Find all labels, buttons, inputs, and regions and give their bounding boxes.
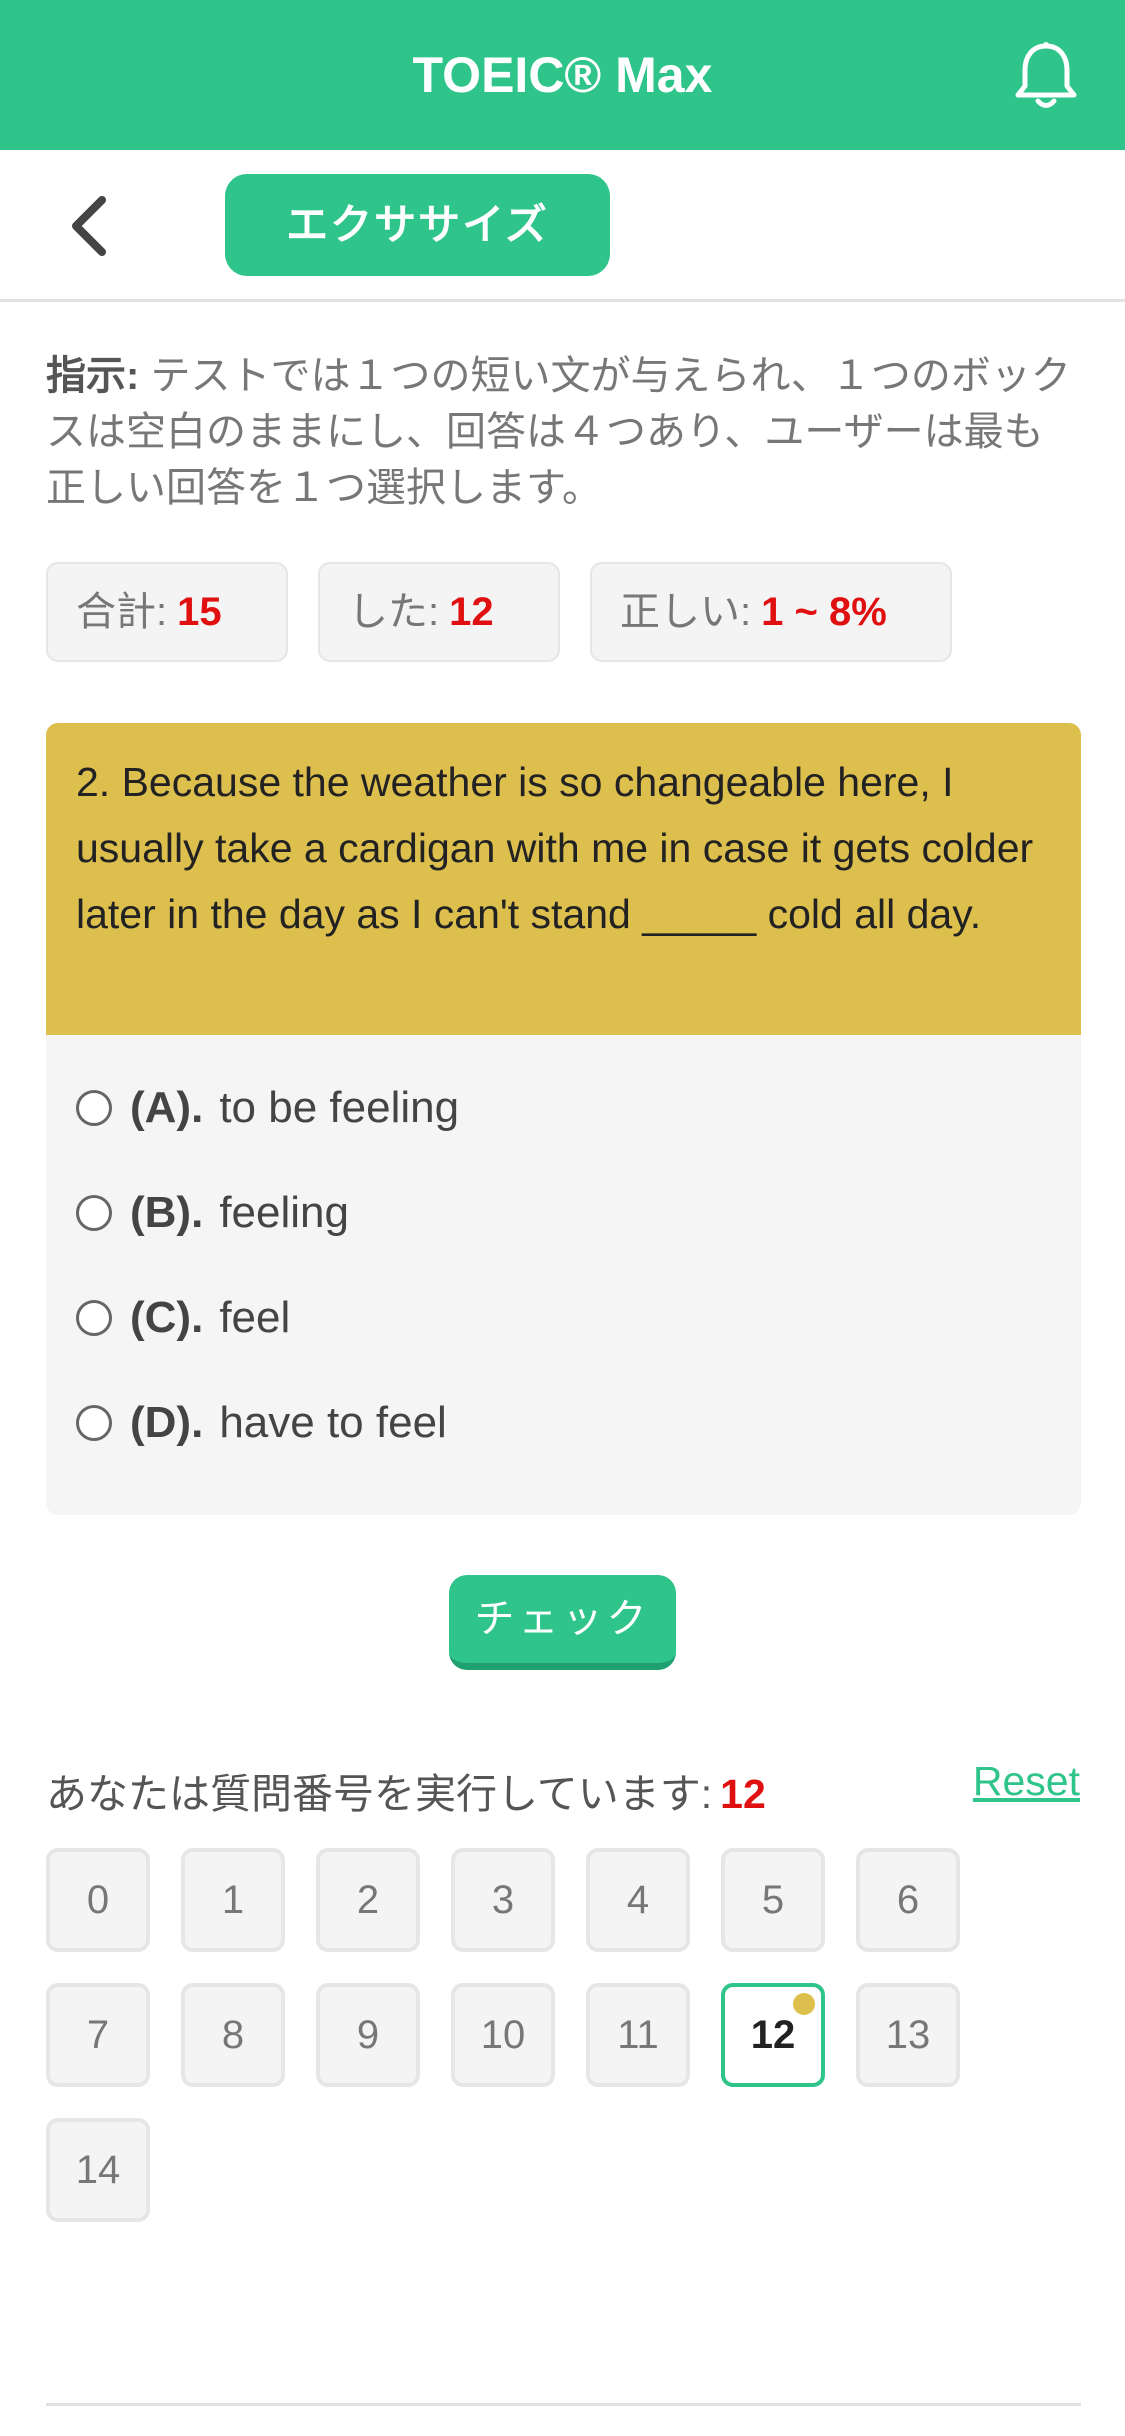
option-letter: (A). (130, 1082, 204, 1132)
radio-icon[interactable] (76, 1299, 112, 1336)
exercise-tab[interactable]: エクササイズ (225, 174, 610, 276)
stat-total-label: 合計: (76, 590, 168, 634)
instructions: 指示: テストでは１つの短い文が与えられ、１つのボックスは空白のままにし、回答は… (46, 348, 1081, 516)
back-arrow-icon[interactable] (60, 194, 120, 258)
question-card: 2. Because the weather is so changeable … (46, 723, 1081, 1515)
option-text: feeling (219, 1187, 349, 1237)
stat-total: 合計: 15 (46, 562, 288, 662)
radio-icon[interactable] (76, 1194, 112, 1231)
option-text: to be feeling (219, 1082, 460, 1132)
question-number-button[interactable]: 6 (856, 1848, 960, 1952)
question-number-button-active[interactable]: 12 (721, 1983, 825, 2087)
sub-header: エクササイズ (0, 150, 1125, 302)
question-number-button[interactable]: 0 (46, 1848, 150, 1952)
question-number-button[interactable]: 13 (856, 1983, 960, 2087)
question-number-button[interactable]: 10 (451, 1983, 555, 2087)
option-d[interactable]: (D). have to feel (46, 1370, 1081, 1475)
radio-icon[interactable] (76, 1404, 112, 1441)
divider (46, 2403, 1081, 2406)
option-text: feel (219, 1292, 291, 1342)
instructions-text: テストでは１つの短い文が与えられ、１つのボックスは空白のままにし、回答は４つあり… (46, 354, 1071, 510)
bell-icon[interactable] (1011, 40, 1081, 112)
question-number-button[interactable]: 8 (181, 1983, 285, 2087)
stat-done-label: した: (348, 590, 440, 634)
option-text: have to feel (219, 1397, 447, 1447)
current-question-number: 12 (720, 1771, 766, 1817)
stat-total-value: 15 (177, 590, 222, 634)
progress-label: あなたは質問番号を実行しています: 12 (46, 1760, 766, 1820)
option-letter: (B). (130, 1187, 204, 1237)
current-marker-dot (793, 1993, 815, 2015)
question-number-button[interactable]: 2 (316, 1848, 420, 1952)
question-number-button[interactable]: 5 (721, 1848, 825, 1952)
app-title: TOEIC® Max (412, 47, 713, 103)
answer-options: (A). to be feeling (B). feeling (C). fee… (46, 1035, 1081, 1475)
stat-correct-value: 1 ~ 8% (761, 590, 887, 634)
instructions-label: 指示: (46, 354, 140, 398)
question-number-button[interactable]: 11 (586, 1983, 690, 2087)
option-letter: (D). (130, 1397, 204, 1447)
option-b[interactable]: (B). feeling (46, 1160, 1081, 1265)
radio-icon[interactable] (76, 1089, 112, 1126)
question-number-label: 12 (750, 2013, 796, 2057)
stat-correct-label: 正しい: (620, 590, 752, 634)
stat-done-value: 12 (449, 590, 494, 634)
question-text: 2. Because the weather is so changeable … (46, 723, 1081, 1035)
question-number-button[interactable]: 9 (316, 1983, 420, 2087)
question-number-button[interactable]: 7 (46, 1983, 150, 2087)
option-c[interactable]: (C). feel (46, 1265, 1081, 1370)
option-a[interactable]: (A). to be feeling (46, 1055, 1081, 1160)
option-letter: (C). (130, 1292, 204, 1342)
check-button[interactable]: チェック (449, 1575, 676, 1670)
question-number-button[interactable]: 1 (181, 1848, 285, 1952)
stat-correct: 正しい: 1 ~ 8% (590, 562, 952, 662)
question-number-button[interactable]: 4 (586, 1848, 690, 1952)
question-number-button[interactable]: 3 (451, 1848, 555, 1952)
stat-done: した: 12 (318, 562, 560, 662)
reset-link[interactable]: Reset (973, 1758, 1080, 1805)
progress-text: あなたは質問番号を実行しています: (46, 1771, 713, 1817)
question-number-button[interactable]: 14 (46, 2118, 150, 2222)
app-header: TOEIC® Max (0, 0, 1125, 150)
